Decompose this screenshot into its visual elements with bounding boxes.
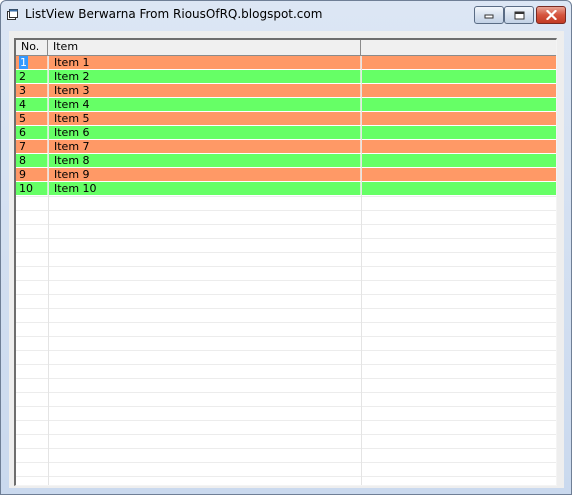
row-number-cell: 9 bbox=[16, 168, 48, 181]
table-row[interactable]: 9 Item 9 bbox=[16, 168, 556, 182]
row-empty-cell bbox=[361, 126, 556, 139]
row-number-cell: 6 bbox=[16, 126, 48, 139]
table-row[interactable]: 10 Item 10 bbox=[16, 182, 556, 196]
row-item-cell: Item 9 bbox=[48, 168, 361, 181]
row-number-cell: 1 bbox=[16, 56, 48, 69]
table-row[interactable]: 1 Item 1 bbox=[16, 56, 556, 70]
row-number-cell: 10 bbox=[16, 182, 48, 195]
column-header-no[interactable]: No. bbox=[16, 40, 48, 56]
client-area: No. Item 1 Item 1 2 Item 2 3 Item 3 4 It… bbox=[9, 31, 564, 488]
listview-rows: 1 Item 1 2 Item 2 3 Item 3 4 Item 4 5 It… bbox=[16, 56, 556, 196]
row-empty-cell bbox=[361, 154, 556, 167]
column-header-item[interactable]: Item bbox=[48, 40, 361, 56]
minimize-icon bbox=[484, 14, 494, 19]
table-row[interactable]: 3 Item 3 bbox=[16, 84, 556, 98]
table-row[interactable]: 5 Item 5 bbox=[16, 112, 556, 126]
close-icon bbox=[545, 10, 557, 20]
maximize-button[interactable] bbox=[504, 6, 534, 24]
row-item-cell: Item 3 bbox=[48, 84, 361, 97]
close-button[interactable] bbox=[536, 6, 566, 24]
column-gridline bbox=[48, 56, 49, 485]
table-row[interactable]: 4 Item 4 bbox=[16, 98, 556, 112]
row-empty-cell bbox=[361, 112, 556, 125]
row-number-cell: 8 bbox=[16, 154, 48, 167]
table-row[interactable]: 6 Item 6 bbox=[16, 126, 556, 140]
row-number-cell: 7 bbox=[16, 140, 48, 153]
column-gridline bbox=[361, 56, 362, 485]
row-empty-cell bbox=[361, 56, 556, 69]
row-number-cell: 2 bbox=[16, 70, 48, 83]
table-row[interactable]: 2 Item 2 bbox=[16, 70, 556, 84]
row-empty-cell bbox=[361, 140, 556, 153]
row-empty-cell bbox=[361, 84, 556, 97]
table-row[interactable]: 7 Item 7 bbox=[16, 140, 556, 154]
row-empty-cell bbox=[361, 168, 556, 181]
app-window: ListView Berwarna From RiousOfRQ.blogspo… bbox=[0, 0, 572, 495]
row-item-cell: Item 10 bbox=[48, 182, 361, 195]
row-empty-cell bbox=[361, 70, 556, 83]
empty-grid-area[interactable] bbox=[16, 196, 556, 485]
row-item-cell: Item 8 bbox=[48, 154, 361, 167]
row-empty-cell bbox=[361, 98, 556, 111]
row-number-cell: 3 bbox=[16, 84, 48, 97]
row-item-cell: Item 1 bbox=[48, 56, 361, 69]
row-number-cell: 4 bbox=[16, 98, 48, 111]
column-header-empty[interactable] bbox=[361, 40, 556, 56]
row-item-cell: Item 6 bbox=[48, 126, 361, 139]
app-window-icon[interactable] bbox=[7, 9, 18, 20]
selected-row-number: 1 bbox=[19, 56, 28, 69]
window-title: ListView Berwarna From RiousOfRQ.blogspo… bbox=[25, 7, 323, 21]
maximize-icon bbox=[514, 11, 524, 19]
row-item-cell: Item 2 bbox=[48, 70, 361, 83]
row-empty-cell bbox=[361, 182, 556, 195]
row-item-cell: Item 7 bbox=[48, 140, 361, 153]
listview-header: No. Item bbox=[16, 40, 556, 56]
table-row[interactable]: 8 Item 8 bbox=[16, 154, 556, 168]
title-bar[interactable]: ListView Berwarna From RiousOfRQ.blogspo… bbox=[1, 1, 571, 30]
row-number-cell: 5 bbox=[16, 112, 48, 125]
listview[interactable]: No. Item 1 Item 1 2 Item 2 3 Item 3 4 It… bbox=[14, 38, 557, 486]
row-item-cell: Item 4 bbox=[48, 98, 361, 111]
row-item-cell: Item 5 bbox=[48, 112, 361, 125]
minimize-button[interactable] bbox=[474, 6, 504, 24]
